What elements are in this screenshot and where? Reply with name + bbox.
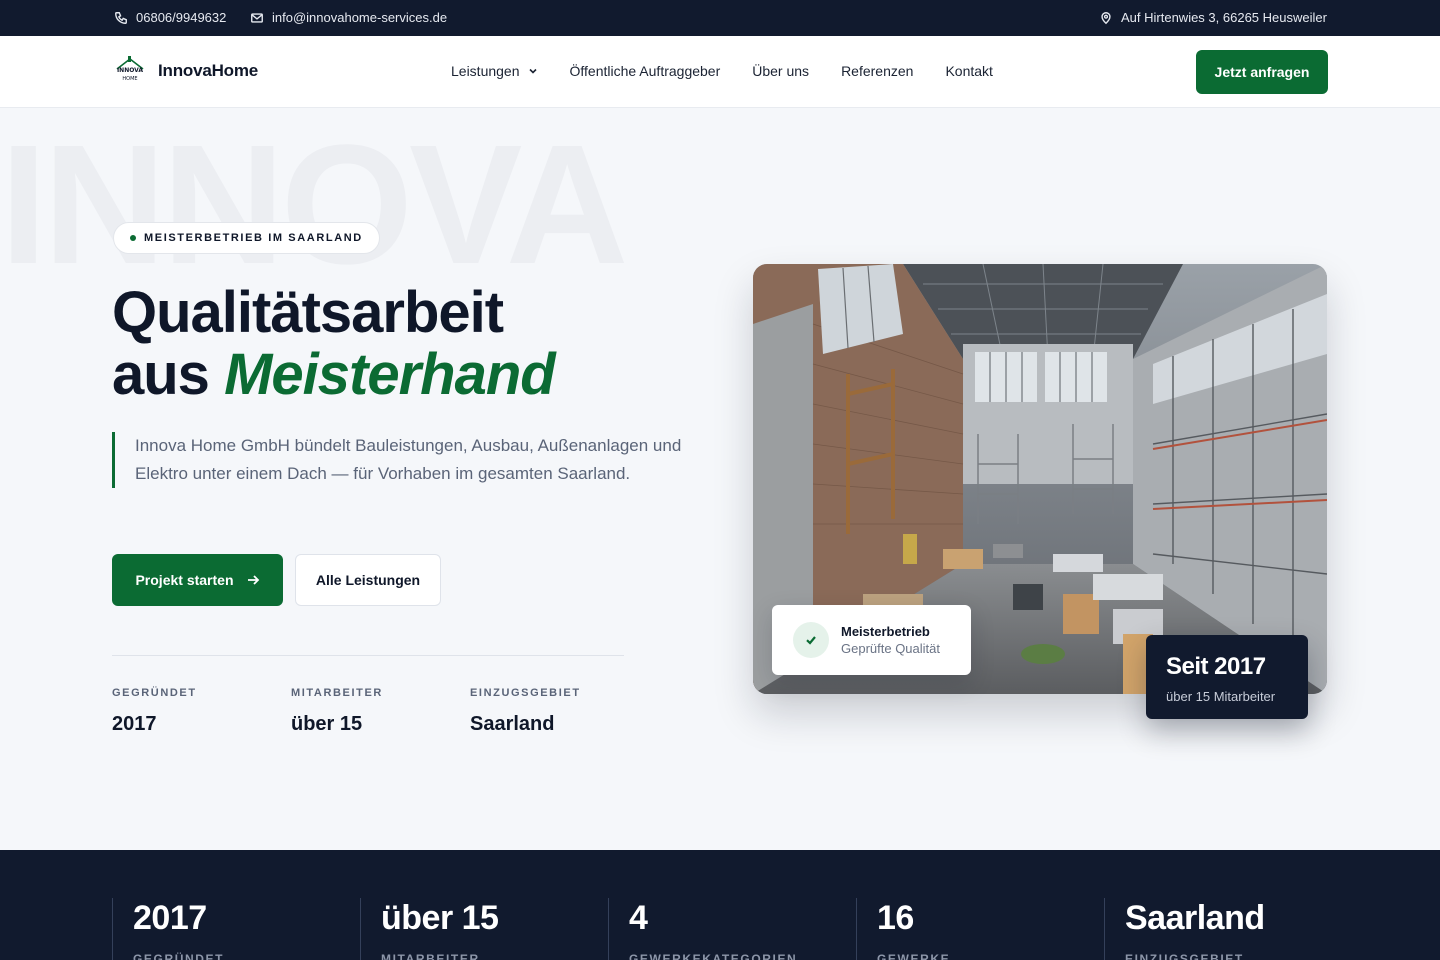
svg-text:HOME: HOME <box>122 76 137 82</box>
band-stat-region: Saarland EINZUGSGEBIET <box>1104 898 1265 960</box>
hero-lead: Innova Home GmbH bündelt Bauleistungen, … <box>112 432 692 488</box>
band-stat-label: EINZUGSGEBIET <box>1125 952 1244 960</box>
hero-stat-founded: GEGRÜNDET 2017 <box>112 687 197 736</box>
start-project-button[interactable]: Projekt starten <box>112 554 283 606</box>
map-pin-icon <box>1101 11 1111 24</box>
band-stat-value: 16 <box>877 899 914 937</box>
mail-icon <box>251 12 263 23</box>
hero-watermark: INNOVA <box>0 110 629 300</box>
nav-item-referenzen[interactable]: Referenzen <box>841 63 913 79</box>
arrow-right-icon <box>247 575 259 585</box>
band-stat-trades: 16 GEWERKE <box>856 898 950 960</box>
hero-badge: MEISTERBETRIEB IM SAARLAND <box>113 222 380 254</box>
badge-text: MEISTERBETRIEB IM SAARLAND <box>144 232 363 244</box>
hero-divider <box>112 655 624 656</box>
headline-line1: Qualitätsarbeit <box>112 280 504 345</box>
band-stat-value: 4 <box>629 899 648 937</box>
phone-link[interactable]: 06806/9949632 <box>114 10 226 25</box>
house-logo-icon: INNOVA HOME <box>116 56 144 82</box>
band-stat-label: MITARBEITER <box>381 952 480 960</box>
brand-name: InnovaHome <box>158 61 259 80</box>
nav-label: Kontakt <box>945 63 993 79</box>
nav-label: Leistungen <box>451 63 520 79</box>
logo-link[interactable]: INNOVA HOME InnovaHome <box>114 56 258 86</box>
band-stat-value: 2017 <box>133 899 207 937</box>
stat-label: GEGRÜNDET <box>112 687 197 699</box>
nav-label: Referenzen <box>841 63 914 79</box>
since-card: Seit 2017 über 15 Mitarbeiter <box>1146 635 1308 719</box>
band-stat-categories: 4 GEWERKEKATEGORIEN <box>608 898 797 960</box>
band-stat-value: über 15 <box>381 899 499 937</box>
band-stat-value: Saarland <box>1125 899 1265 937</box>
band-stat-label: GEGRÜNDET <box>133 952 225 960</box>
nav-item-kontakt[interactable]: Kontakt <box>945 63 992 79</box>
phone-icon <box>115 11 127 24</box>
top-bar: 06806/9949632 info@innovahome-services.d… <box>0 0 1440 36</box>
email-address: info@innovahome-services.de <box>272 10 448 25</box>
email-link[interactable]: info@innovahome-services.de <box>250 10 447 25</box>
svg-text:INNOVA: INNOVA <box>117 67 143 74</box>
stat-value: über 15 <box>291 713 363 735</box>
site-header: INNOVA HOME InnovaHome Leistungen Öffent… <box>0 36 1440 108</box>
check-card-subtitle: Geprüfte Qualität <box>841 641 940 656</box>
band-stat-employees: über 15 MITARBEITER <box>360 898 499 960</box>
check-icon <box>806 636 816 645</box>
band-stat-label: GEWERKE <box>877 952 951 960</box>
stat-value: 2017 <box>112 713 157 735</box>
band-stat-founded: 2017 GEGRÜNDET <box>112 898 224 960</box>
stat-label: EINZUGSGEBIET <box>470 687 581 699</box>
logo-mark: INNOVA HOME <box>114 56 146 86</box>
headline-accent: Meisterhand <box>224 342 556 407</box>
start-project-label: Projekt starten <box>135 572 234 588</box>
phone-number: 06806/9949632 <box>136 10 227 25</box>
band-stat-label: GEWERKEKATEGORIEN <box>629 952 798 960</box>
hero-stat-region: EINZUGSGEBIET Saarland <box>470 687 581 736</box>
hero-headline: Qualitätsarbeit aus Meisterhand <box>112 280 556 407</box>
check-badge <box>793 622 829 658</box>
check-card-title: Meisterbetrieb <box>841 624 930 639</box>
chevron-down-icon <box>528 68 537 74</box>
request-quote-button[interactable]: Jetzt anfragen <box>1196 50 1328 94</box>
nav-label: Öffentliche Auftraggeber <box>569 63 721 79</box>
since-card-subtitle: über 15 Mitarbeiter <box>1166 689 1276 704</box>
nav-item-leistungen[interactable]: Leistungen <box>451 63 538 79</box>
stats-band: 2017 GEGRÜNDET über 15 MITARBEITER 4 GEW… <box>0 850 1440 960</box>
address: Auf Hirtenwies 3, 66265 Heusweiler <box>1099 10 1327 25</box>
hero-stat-employees: MITARBEITER über 15 <box>291 687 383 736</box>
nav-item-oeffentliche-auftraggeber[interactable]: Öffentliche Auftraggeber <box>570 63 721 79</box>
headline-prefix: aus <box>112 342 210 407</box>
stat-value: Saarland <box>470 713 555 735</box>
main-nav: Leistungen Öffentliche Auftraggeber Über… <box>451 63 993 79</box>
stat-label: MITARBEITER <box>291 687 383 699</box>
meisterbetrieb-card: Meisterbetrieb Geprüfte Qualität <box>772 605 971 675</box>
badge-dot-icon <box>130 235 136 241</box>
since-card-title: Seit 2017 <box>1166 653 1266 680</box>
address-text: Auf Hirtenwies 3, 66265 Heusweiler <box>1121 10 1327 25</box>
nav-item-ueber-uns[interactable]: Über uns <box>752 63 809 79</box>
all-services-button[interactable]: Alle Leistungen <box>295 554 441 606</box>
nav-label: Über uns <box>752 63 810 79</box>
